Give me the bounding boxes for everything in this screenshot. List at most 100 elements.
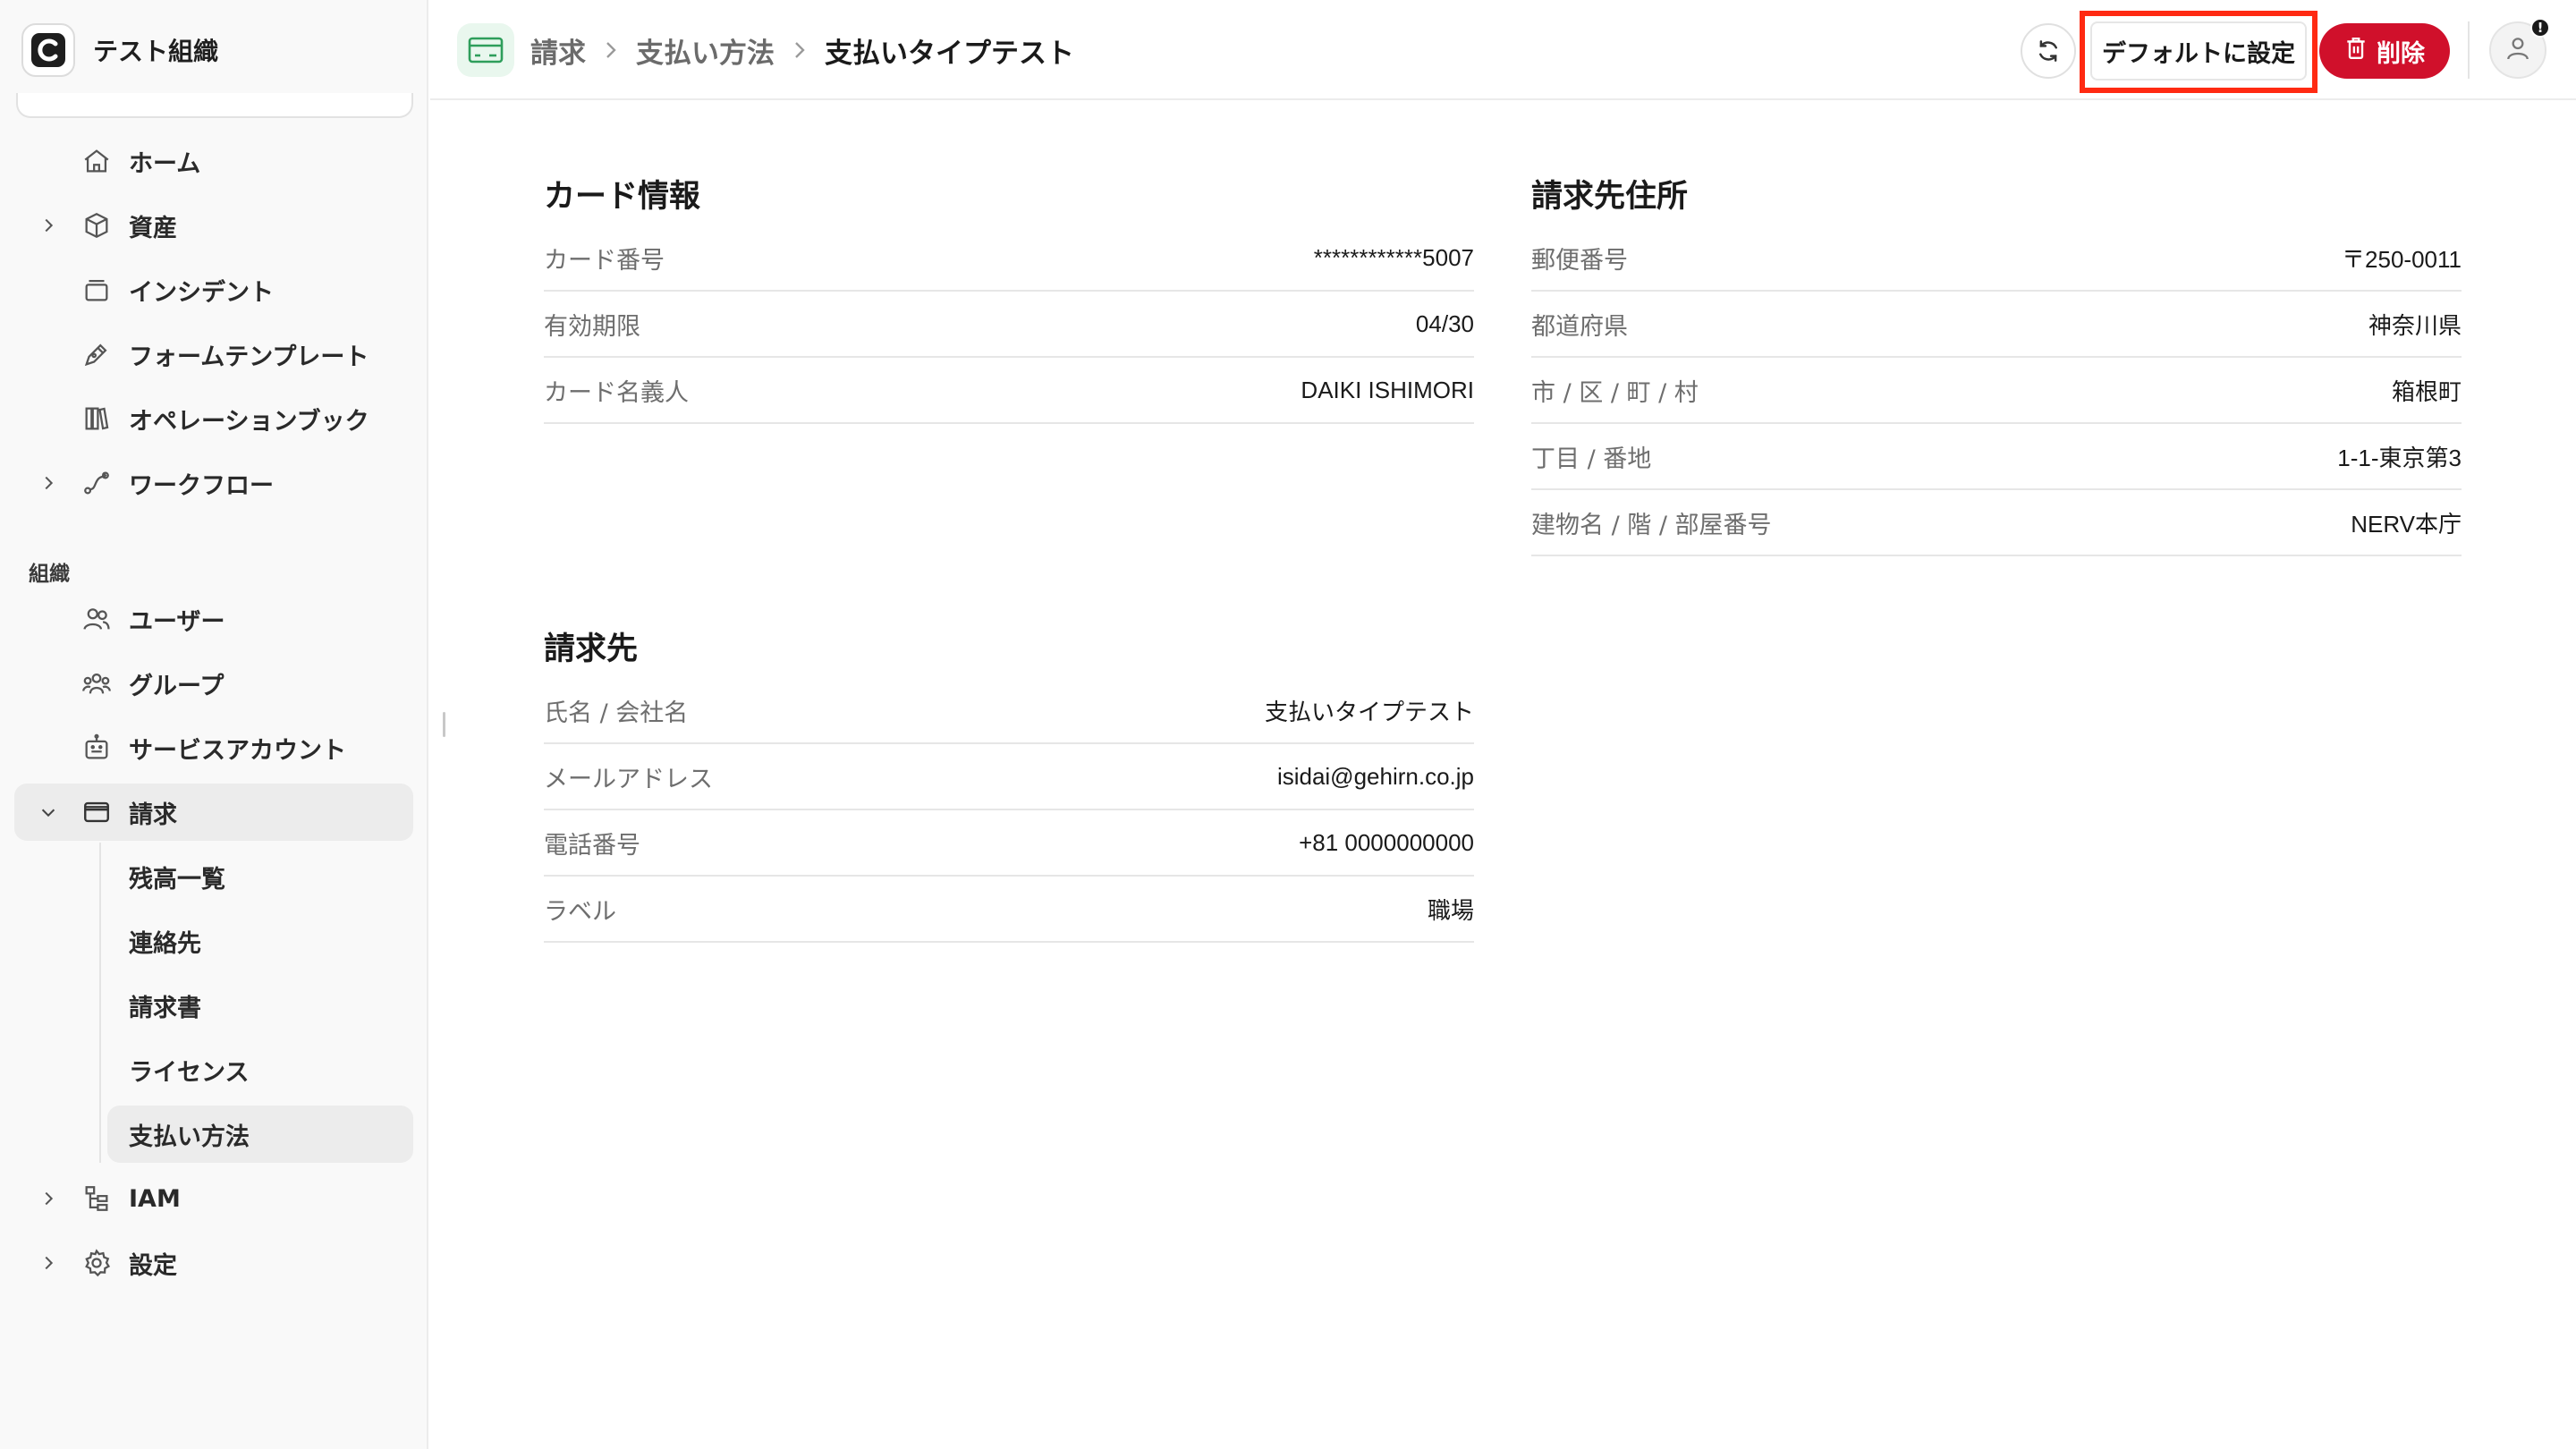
building-value: NERV本庁 — [2351, 510, 2462, 538]
set-default-button[interactable]: デフォルトに設定 — [2090, 21, 2307, 80]
sidebar-subitem-balances[interactable]: 残高一覧 — [107, 848, 413, 905]
card-holder-value: DAIKI ISHIMORI — [1301, 376, 1474, 403]
sidebar-subitem-label: ライセンス — [129, 1058, 250, 1087]
sidebar-item-label: ユーザー — [129, 607, 225, 636]
workflow-icon — [79, 465, 114, 501]
sidebar-item-form-templates[interactable]: フォームテンプレート — [14, 326, 413, 383]
sidebar-item-label: IAM — [129, 1184, 181, 1213]
sidebar-item-groups[interactable]: グループ — [14, 655, 413, 712]
delete-button[interactable]: 削除 — [2319, 23, 2450, 79]
org-logo-icon — [21, 23, 75, 77]
header-divider — [2468, 21, 2470, 79]
credit-card-icon — [457, 23, 514, 77]
sidebar-item-operation-books[interactable]: オペレーションブック — [14, 390, 413, 447]
sidebar-item-label: オペレーションブック — [129, 407, 369, 436]
bill-to-title: 請求先 — [544, 631, 639, 667]
prefecture-row: 都道府県 神奈川県 — [1531, 292, 2462, 358]
breadcrumb-payment-methods[interactable]: 支払い方法 — [636, 30, 775, 71]
phone-label: 電話番号 — [544, 831, 640, 860]
org-name: テスト組織 — [93, 37, 219, 66]
chevron-right-icon[interactable] — [36, 470, 61, 496]
breadcrumb-billing[interactable]: 請求 — [530, 30, 586, 71]
user-icon — [2504, 34, 2532, 66]
breadcrumb-current: 支払いタイプテスト — [825, 37, 1074, 70]
card-holder-row: カード名義人 DAIKI ISHIMORI — [544, 358, 1474, 424]
hierarchy-icon — [79, 1181, 114, 1216]
name-value: 支払いタイプテスト — [1264, 698, 1474, 725]
sidebar-resize-handle[interactable] — [443, 712, 445, 737]
org-switcher[interactable]: テスト組織 — [21, 21, 218, 79]
name-row: 氏名 / 会社名 支払いタイプテスト — [544, 678, 1474, 744]
sidebar-section-label: 組織 — [29, 563, 70, 586]
sidebar-item-service-accounts[interactable]: サービスアカウント — [14, 719, 413, 776]
label-value: 職場 — [1427, 896, 1474, 924]
sidebar-subitem-contacts[interactable]: 連絡先 — [107, 912, 413, 970]
label-label: ラベル — [544, 897, 616, 926]
sidebar-subitem-label: 支払い方法 — [129, 1123, 250, 1151]
robot-icon — [79, 730, 114, 766]
group-icon — [79, 665, 114, 701]
sidebar-item-label: ワークフロー — [129, 471, 274, 500]
billing-address-section: 請求先住所 郵便番号 〒250-0011 都道府県 神奈川県 市 / 区 / 町… — [1531, 174, 2462, 556]
sidebar-item-incidents[interactable]: インシデント — [14, 261, 413, 318]
pen-icon — [79, 336, 114, 372]
sidebar-search-box[interactable] — [16, 93, 413, 118]
postal-code-row: 郵便番号 〒250-0011 — [1531, 225, 2462, 292]
card-info-section: カード情報 カード番号 ************5007 有効期限 04/30 … — [544, 174, 1474, 424]
label-row: ラベル 職場 — [544, 877, 1474, 943]
sidebar-item-label: 設定 — [129, 1251, 177, 1280]
breadcrumb: 請求 支払い方法 支払いタイプテスト — [530, 27, 1074, 73]
phone-row: 電話番号 +81 0000000000 — [544, 810, 1474, 877]
sidebar-subitem-label: 請求書 — [129, 994, 201, 1022]
submenu-guide-line — [99, 843, 101, 1163]
card-number-value: ************5007 — [1313, 243, 1474, 271]
home-icon — [79, 143, 114, 179]
sidebar-subitem-label: 残高一覧 — [129, 865, 225, 894]
bill-to-section: 請求先 氏名 / 会社名 支払いタイプテスト メールアドレス isidai@ge… — [544, 626, 1474, 943]
card-number-row: カード番号 ************5007 — [544, 225, 1474, 292]
building-row: 建物名 / 階 / 部屋番号 NERV本庁 — [1531, 490, 2462, 556]
sidebar-item-home[interactable]: ホーム — [14, 132, 413, 190]
sidebar-item-label: インシデント — [129, 278, 274, 307]
chevron-down-icon[interactable] — [36, 800, 61, 825]
billing-address-title: 請求先住所 — [1531, 179, 1689, 215]
sidebar-item-users[interactable]: ユーザー — [14, 590, 413, 648]
users-icon — [79, 601, 114, 637]
chevron-right-icon[interactable] — [36, 1186, 61, 1211]
sidebar-item-workflows[interactable]: ワークフロー — [14, 454, 413, 512]
sidebar-item-settings[interactable]: 設定 — [14, 1234, 413, 1292]
delete-button-label: 削除 — [2377, 39, 2425, 68]
sidebar-item-billing[interactable]: 請求 — [14, 784, 413, 841]
postal-code-value: 〒250-0011 — [2342, 245, 2462, 273]
building-label: 建物名 / 階 / 部屋番号 — [1531, 511, 1772, 539]
chevron-right-icon — [791, 38, 809, 62]
sidebar-subitem-licenses[interactable]: ライセンス — [107, 1041, 413, 1098]
card-expiry-row: 有効期限 04/30 — [544, 292, 1474, 358]
email-value: isidai@gehirn.co.jp — [1276, 762, 1474, 790]
prefecture-label: 都道府県 — [1531, 312, 1628, 341]
prefecture-value: 神奈川県 — [2368, 311, 2462, 339]
sidebar-item-assets[interactable]: 資産 — [14, 197, 413, 254]
sidebar-item-iam[interactable]: IAM — [14, 1170, 413, 1227]
street-value: 1-1-東京第3 — [2337, 444, 2462, 471]
city-row: 市 / 区 / 町 / 村 箱根町 — [1531, 358, 2462, 424]
email-row: メールアドレス isidai@gehirn.co.jp — [544, 744, 1474, 810]
phone-value: +81 0000000000 — [1299, 828, 1474, 856]
sidebar-item-label: サービスアカウント — [129, 736, 346, 765]
gear-icon — [79, 1245, 114, 1281]
email-label: メールアドレス — [544, 765, 713, 793]
card-expiry-label: 有効期限 — [544, 312, 640, 341]
sidebar-subitem-payment-methods[interactable]: 支払い方法 — [107, 1106, 413, 1163]
card-holder-label: カード名義人 — [544, 378, 689, 407]
sidebar-subitem-label: 連絡先 — [129, 929, 201, 958]
sidebar-item-label: 請求 — [129, 801, 177, 829]
refresh-button[interactable] — [2021, 23, 2076, 79]
sidebar-subitem-invoices[interactable]: 請求書 — [107, 977, 413, 1034]
trash-icon — [2344, 36, 2368, 67]
sidebar: テスト組織 ホーム 資産 インシデント フォームテンプレート オペレーションブッ… — [0, 0, 428, 1449]
card-info-title: カード情報 — [544, 179, 701, 215]
billing-icon — [79, 794, 114, 830]
sidebar-item-label: グループ — [129, 672, 225, 700]
chevron-right-icon[interactable] — [36, 213, 61, 238]
chevron-right-icon[interactable] — [36, 1250, 61, 1275]
